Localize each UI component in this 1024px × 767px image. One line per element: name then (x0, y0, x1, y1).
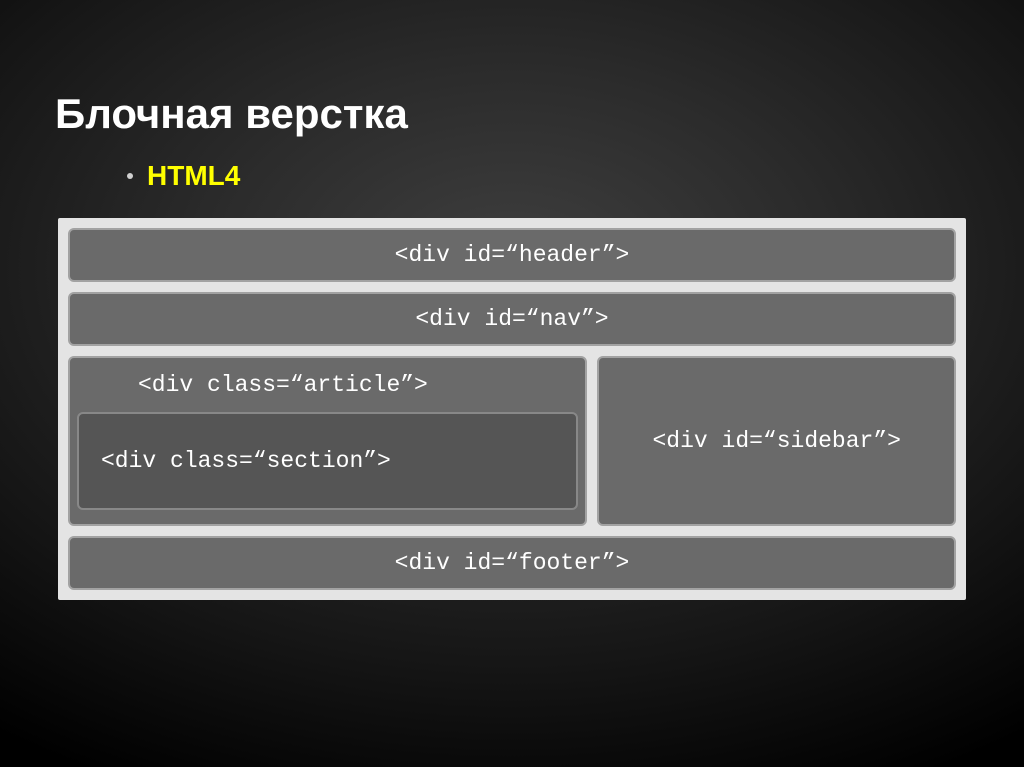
diagram-header-block: <div id=“header”> (68, 228, 956, 282)
diagram-section-block: <div class=“section”> (77, 412, 578, 510)
slide-container: Блочная верстка HTML4 <div id=“header”> … (0, 0, 1024, 640)
diagram-nav-block: <div id=“nav”> (68, 292, 956, 346)
diagram-nav-label: <div id=“nav”> (415, 306, 608, 332)
diagram-middle-row: <div class=“article”> <div class=“sectio… (68, 356, 956, 526)
diagram-sidebar-block: <div id=“sidebar”> (597, 356, 956, 526)
diagram-article-label: <div class=“article”> (80, 372, 575, 398)
bullet-dot-icon (127, 173, 133, 179)
diagram-article-block: <div class=“article”> <div class=“sectio… (68, 356, 587, 526)
diagram-header-label: <div id=“header”> (395, 242, 630, 268)
bullet-list: HTML4 (127, 160, 969, 192)
diagram-sidebar-label: <div id=“sidebar”> (653, 428, 901, 454)
layout-diagram: <div id=“header”> <div id=“nav”> <div cl… (58, 218, 966, 600)
diagram-footer-label: <div id=“footer”> (395, 550, 630, 576)
diagram-section-label: <div class=“section”> (89, 448, 391, 474)
bullet-text: HTML4 (147, 160, 240, 192)
diagram-footer-block: <div id=“footer”> (68, 536, 956, 590)
slide-title: Блочная верстка (55, 90, 969, 138)
bullet-item: HTML4 (127, 160, 969, 192)
